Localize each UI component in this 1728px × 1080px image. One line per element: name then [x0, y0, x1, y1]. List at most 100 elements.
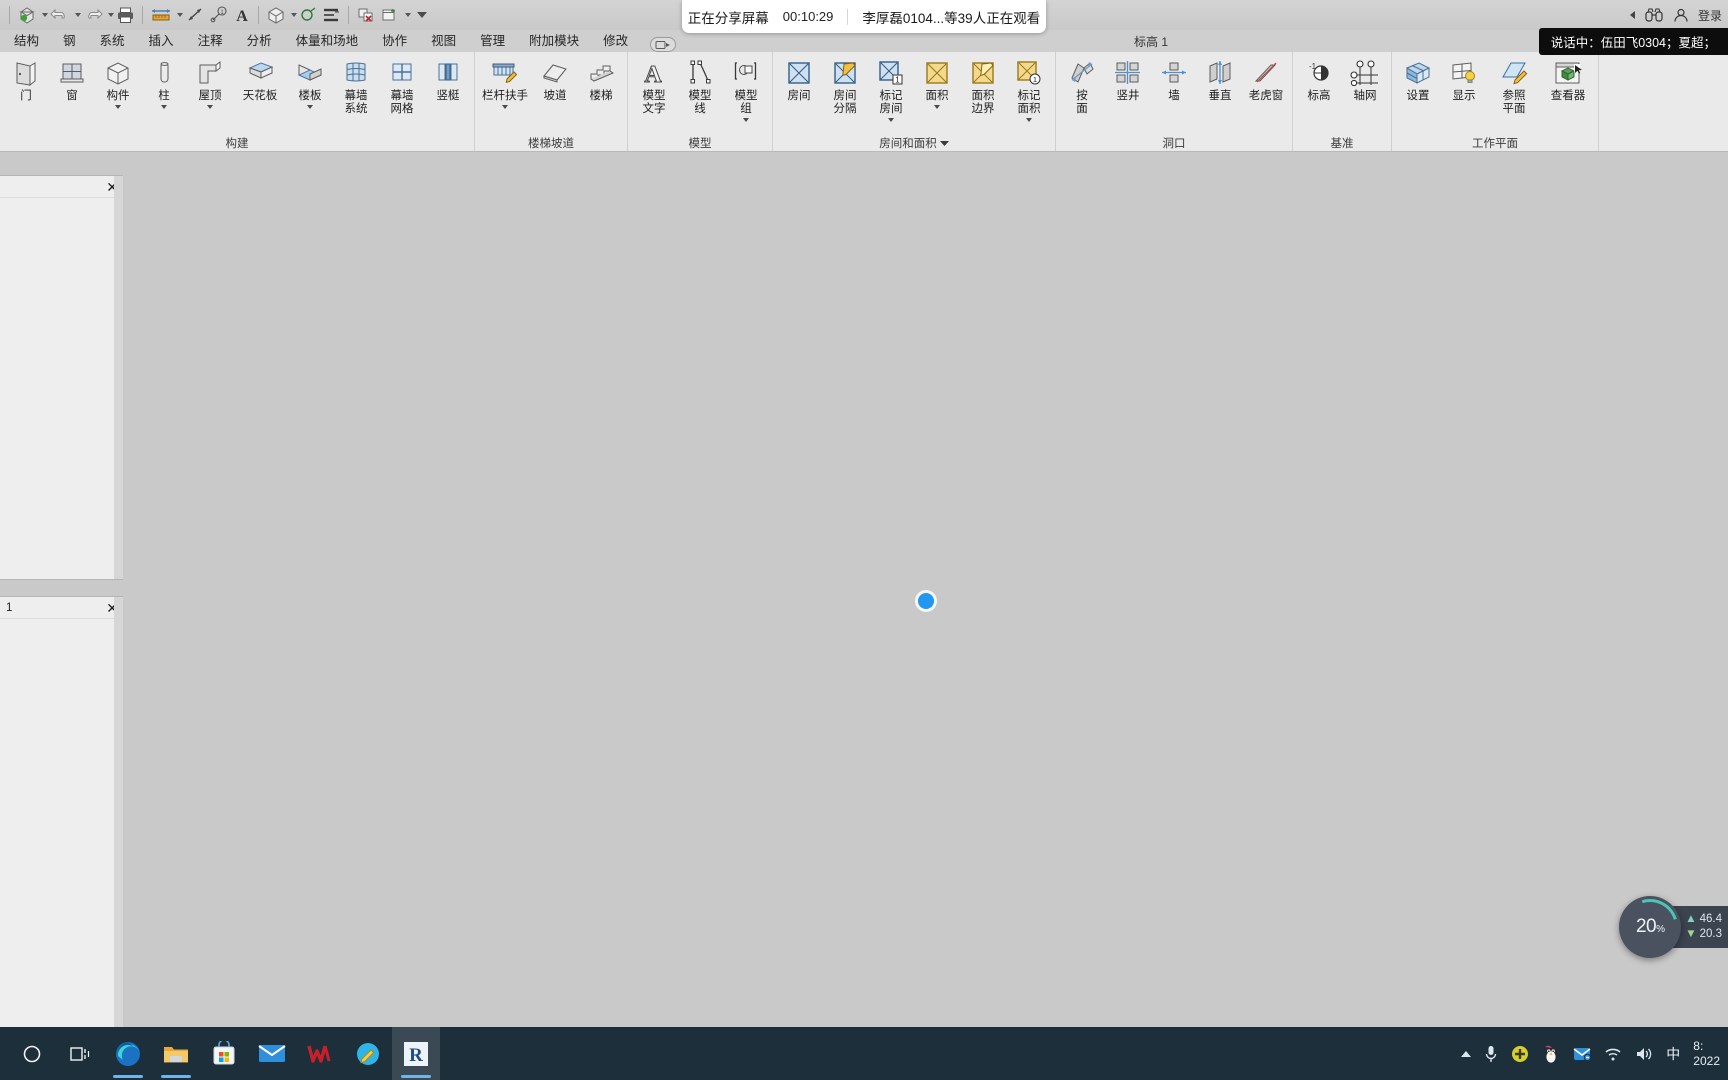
ribbon-button-roof[interactable]: 屋顶: [187, 56, 233, 110]
column-dropdown-icon[interactable]: [161, 105, 167, 109]
binoculars-icon[interactable]: [1644, 7, 1664, 23]
sign-in-label[interactable]: 登录: [1698, 7, 1722, 24]
redo-icon[interactable]: [81, 3, 105, 27]
tab-analyze[interactable]: 分析: [235, 30, 284, 52]
ribbon-button-model-text[interactable]: A 模型 文字: [631, 56, 677, 117]
ribbon-button-grid[interactable]: 轴网: [1342, 56, 1388, 104]
tab-collaborate[interactable]: 协作: [370, 30, 419, 52]
taskbar-item-revit[interactable]: R: [392, 1027, 440, 1080]
share-viewers-label[interactable]: 李厚磊0104...等39人正在观看: [862, 7, 1040, 27]
taskbar-item-microsoft-store[interactable]: [200, 1027, 248, 1080]
ribbon-button-curtain-grid[interactable]: 幕墙 网格: [379, 56, 425, 117]
text-icon[interactable]: A: [231, 3, 253, 27]
ribbon-button-ramp[interactable]: 坡道: [532, 56, 578, 104]
tag-icon[interactable]: 1: [207, 3, 231, 27]
person-icon[interactable]: [1673, 8, 1689, 23]
ribbon-button-shaft-opening[interactable]: 竖井: [1105, 56, 1151, 104]
ribbon-button-stair[interactable]: 楼梯: [578, 56, 624, 104]
measure-icon[interactable]: [148, 3, 174, 27]
tab-view[interactable]: 视图: [419, 30, 468, 52]
roof-dropdown-icon[interactable]: [207, 105, 213, 109]
tab-annotate[interactable]: 注释: [186, 30, 235, 52]
tab-addins[interactable]: 附加模块: [517, 30, 591, 52]
taskbar-item-mail[interactable]: [248, 1027, 296, 1080]
thin-lines-icon[interactable]: [319, 3, 343, 27]
ribbon-button-tag-room[interactable]: 1 标记 房间: [868, 56, 914, 123]
network-speed-widget[interactable]: 20% ▲ 46.4 ▼ 20.3: [1612, 889, 1728, 965]
ribbon-button-door[interactable]: 门: [3, 56, 49, 104]
autodesk-logo-icon[interactable]: [15, 3, 39, 27]
ribbon-button-tag-area[interactable]: 1 标记 面积: [1006, 56, 1052, 123]
model-group-dropdown-icon[interactable]: [743, 118, 749, 122]
tab-manage[interactable]: 管理: [468, 30, 517, 52]
dock-panel-project-browser-scrollbar[interactable]: [114, 597, 123, 1080]
ribbon-button-vertical-opening[interactable]: 垂直: [1197, 56, 1243, 104]
tab-structure[interactable]: 结构: [2, 30, 51, 52]
ribbon-button-mullion[interactable]: 竖梃: [425, 56, 471, 104]
ribbon-button-wall-opening[interactable]: 墙: [1151, 56, 1197, 104]
ribbon-button-component[interactable]: 构件: [95, 56, 141, 110]
print-icon[interactable]: [114, 3, 137, 27]
switch-windows-icon[interactable]: [378, 3, 402, 27]
ribbon-button-railing[interactable]: 栏杆扶手: [478, 56, 532, 110]
ribbon-button-workplane-set[interactable]: 设置: [1395, 56, 1441, 104]
tag-room-dropdown-icon[interactable]: [888, 118, 894, 122]
contextual-tab-pill[interactable]: [650, 37, 677, 52]
ribbon-button-model-line[interactable]: 模型 线: [677, 56, 723, 117]
taskbar-item-draw-app[interactable]: [344, 1027, 392, 1080]
ribbon-button-level[interactable]: -1 标高: [1296, 56, 1342, 104]
ribbon-button-ceiling[interactable]: 天花板: [233, 56, 287, 104]
close-hidden-windows-icon[interactable]: [354, 3, 378, 27]
taskbar-item-task-view[interactable]: [56, 1027, 104, 1080]
taskbar-clock[interactable]: 8: 2022: [1693, 1039, 1720, 1069]
taskbar-item-file-explorer[interactable]: [152, 1027, 200, 1080]
ribbon-button-workplane-viewer[interactable]: 查看器: [1541, 56, 1595, 104]
shaft-opening-icon: [1111, 57, 1145, 89]
wifi-icon[interactable]: [1604, 1046, 1622, 1062]
panel-expand-icon[interactable]: [939, 140, 949, 147]
tab-modify[interactable]: 修改: [591, 30, 640, 52]
tray-mail-icon[interactable]: [1573, 1046, 1592, 1062]
component-dropdown-icon[interactable]: [115, 105, 121, 109]
tab-massing-site[interactable]: 体量和场地: [284, 30, 371, 52]
qq-penguin-icon[interactable]: [1542, 1044, 1560, 1064]
ribbon-button-workplane-show[interactable]: 显示: [1441, 56, 1487, 104]
ribbon-label-curtain-system: 幕墙 系统: [344, 90, 368, 115]
floor-dropdown-icon[interactable]: [307, 105, 313, 109]
ribbon-button-area-boundary[interactable]: 面积 边界: [960, 56, 1006, 117]
tag-area-dropdown-icon[interactable]: [1026, 118, 1032, 122]
railing-dropdown-icon[interactable]: [502, 105, 508, 109]
ribbon-button-room[interactable]: 房间: [776, 56, 822, 104]
dock-panel-properties-scrollbar[interactable]: [114, 176, 123, 579]
model-group-icon: [729, 57, 763, 89]
ribbon-button-column[interactable]: 柱: [141, 56, 187, 110]
tab-systems[interactable]: 系统: [88, 30, 137, 52]
ribbon-button-curtain-system[interactable]: 幕墙 系统: [333, 56, 379, 117]
ribbon-button-dormer-opening[interactable]: 老虎窗: [1243, 56, 1289, 104]
taskbar-item-cortana[interactable]: [8, 1027, 56, 1080]
green-plus-icon[interactable]: [1511, 1045, 1529, 1063]
ime-indicator[interactable]: 中: [1666, 1044, 1680, 1064]
ribbon-button-reference-plane[interactable]: 参照 平面: [1487, 56, 1541, 117]
chevron-up-icon[interactable]: [1461, 1050, 1472, 1057]
collapse-ribbon-icon[interactable]: [1629, 11, 1635, 19]
microphone-icon[interactable]: [1484, 1044, 1498, 1064]
aligned-dimension-icon[interactable]: [183, 3, 207, 27]
tab-insert[interactable]: 插入: [137, 30, 186, 52]
speaker-icon[interactable]: [1635, 1046, 1653, 1062]
undo-icon[interactable]: [48, 3, 72, 27]
ribbon-button-window[interactable]: 窗: [49, 56, 95, 104]
drawing-canvas[interactable]: [123, 175, 1728, 1027]
customize-qat-icon[interactable]: [411, 3, 433, 27]
ribbon-button-opening-by-face[interactable]: 按 面: [1059, 56, 1105, 117]
area-dropdown-icon[interactable]: [934, 105, 940, 109]
tab-steel[interactable]: 钢: [51, 30, 88, 52]
default-3d-view-icon[interactable]: [264, 3, 288, 27]
ribbon-button-area[interactable]: 面积: [914, 56, 960, 110]
ribbon-button-model-group[interactable]: 模型 组: [723, 56, 769, 123]
taskbar-item-wps-office[interactable]: [296, 1027, 344, 1080]
ribbon-button-room-separator[interactable]: 房间 分隔: [822, 56, 868, 117]
ribbon-button-floor[interactable]: 楼板: [287, 56, 333, 110]
section-icon[interactable]: [297, 3, 319, 27]
taskbar-item-edge[interactable]: [104, 1027, 152, 1080]
